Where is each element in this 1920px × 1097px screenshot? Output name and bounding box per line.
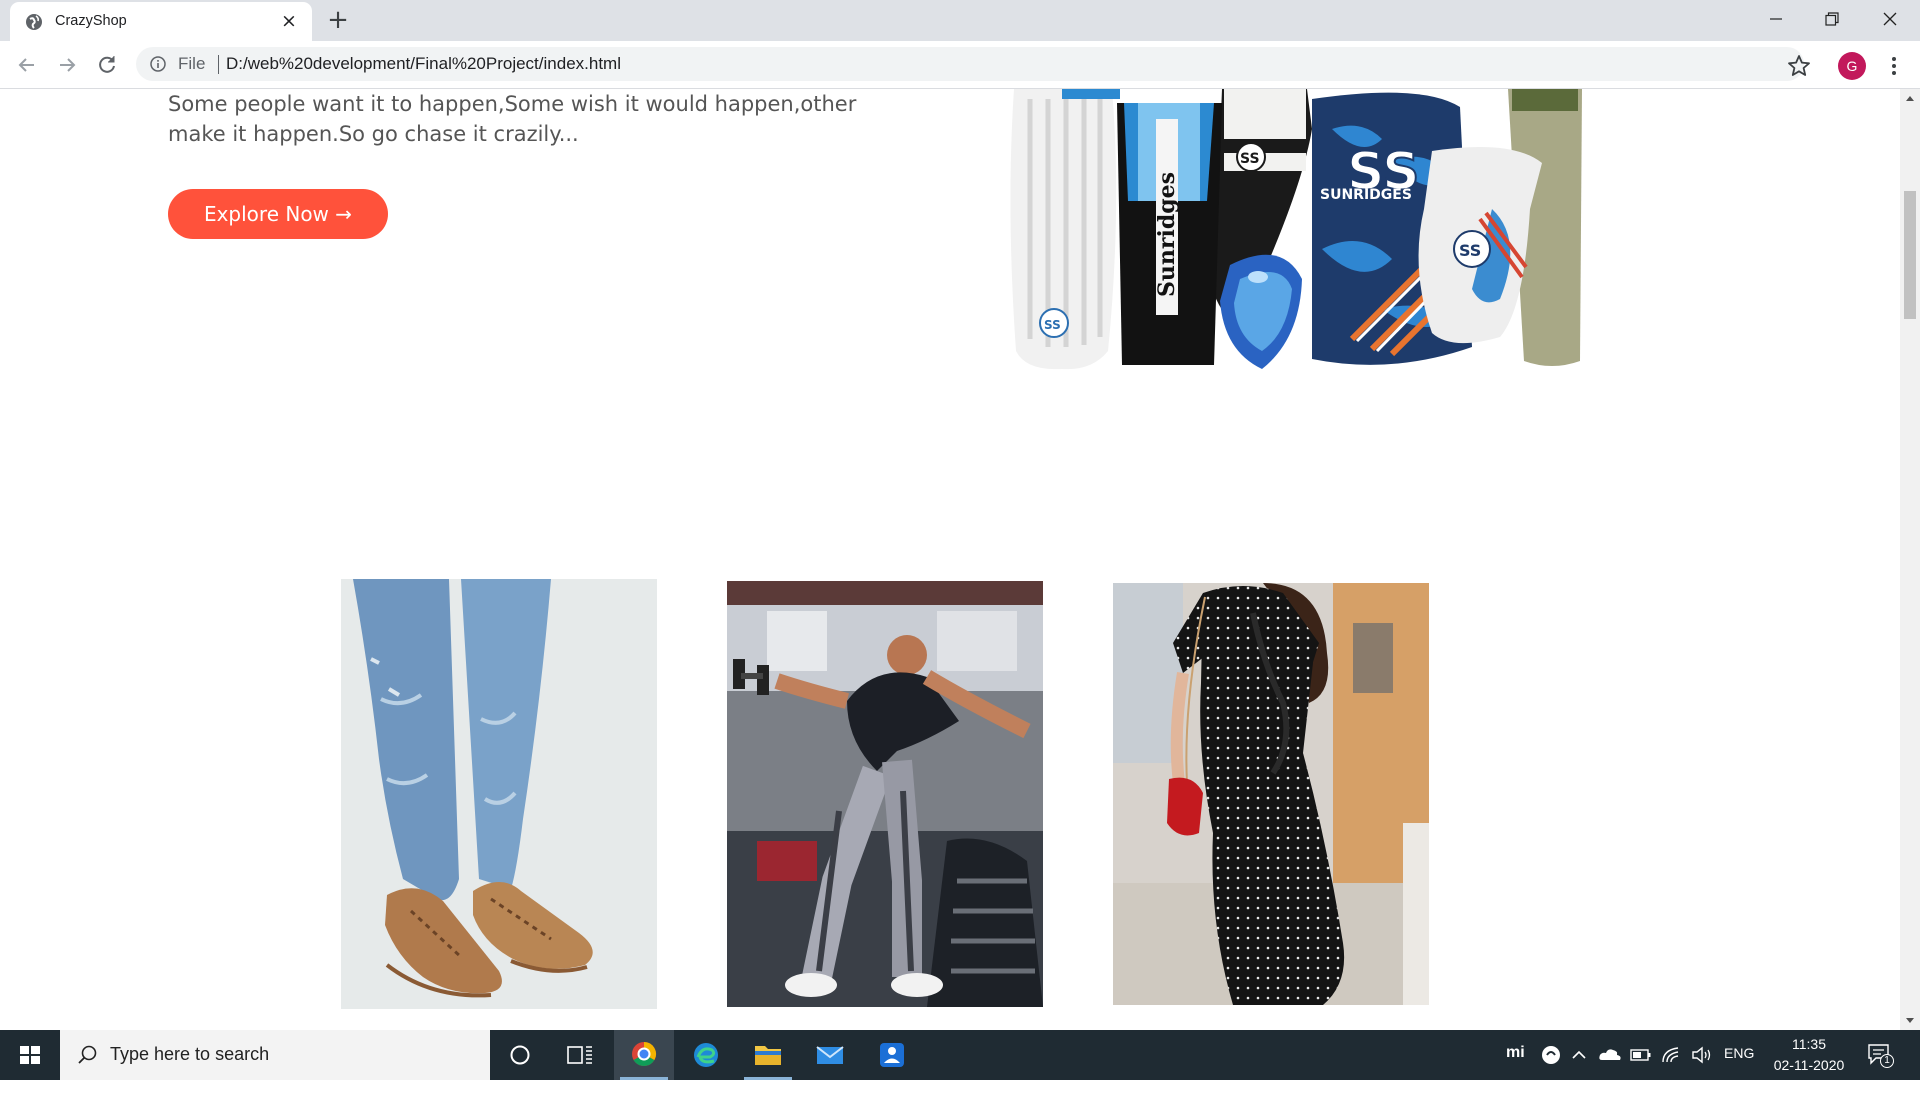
minimize-icon — [1770, 18, 1782, 20]
new-tab-button[interactable]: + — [323, 5, 353, 35]
battery-icon[interactable] — [1630, 1047, 1652, 1097]
search-placeholder: Type here to search — [110, 1044, 270, 1064]
address-url[interactable]: D:/web%20development/Final%20Project/ind… — [226, 54, 621, 74]
cricket-gear-image: SS SUNRIDGES SS Sunridges SS SS — [952, 89, 1632, 385]
tab-title: CrazyShop — [55, 13, 127, 29]
cortana-button[interactable] — [490, 1030, 550, 1080]
taskbar-file-explorer[interactable] — [738, 1030, 798, 1080]
svg-text:SS: SS — [1459, 241, 1481, 260]
globe-icon — [26, 14, 42, 30]
category-card-fashion[interactable] — [1113, 583, 1429, 1005]
address-divider — [218, 55, 219, 74]
address-bar[interactable]: File D:/web%20development/Final%20Projec… — [136, 47, 1804, 81]
tray-mi[interactable]: mi — [1506, 1044, 1525, 1094]
chevron-up-icon[interactable] — [1570, 1046, 1588, 1096]
tab-strip: CrazyShop × + — [0, 0, 1920, 41]
category-card-fitness[interactable] — [727, 581, 1043, 1007]
page-viewport: Some people want it to happen,Some wish … — [0, 89, 1900, 1030]
browser-toolbar: File D:/web%20development/Final%20Projec… — [0, 41, 1920, 89]
browser-tab[interactable]: CrazyShop × — [10, 2, 312, 41]
tab-close-button[interactable]: × — [278, 10, 300, 32]
kebab-menu-icon[interactable] — [1884, 53, 1904, 79]
task-view-icon — [567, 1046, 592, 1064]
windows-start-icon[interactable] — [0, 1030, 60, 1080]
people-app-icon — [880, 1043, 904, 1067]
shoes-jeans-image — [341, 579, 657, 1009]
search-icon — [78, 1045, 97, 1064]
polka-dress-image — [1113, 583, 1429, 1005]
volume-icon[interactable] — [1690, 1044, 1714, 1094]
profile-avatar[interactable]: G — [1838, 52, 1866, 80]
svg-text:Sunridges: Sunridges — [1154, 172, 1180, 297]
chrome-icon — [632, 1041, 656, 1067]
cortana-circle-icon — [510, 1045, 530, 1065]
onedrive-cloud-icon[interactable] — [1598, 1046, 1622, 1096]
minimize-button[interactable] — [1748, 0, 1804, 38]
svg-text:SS: SS — [1044, 318, 1061, 332]
explore-now-button[interactable]: Explore Now → — [168, 189, 388, 239]
taskbar-search-box[interactable]: Type here to search — [60, 1030, 490, 1080]
svg-text:SUNRIDGES: SUNRIDGES — [1320, 187, 1412, 203]
info-icon[interactable] — [150, 56, 166, 72]
reload-icon[interactable] — [93, 51, 121, 79]
folder-icon — [755, 1046, 781, 1065]
taskbar-clock[interactable]: 11:35 02-11-2020 — [1764, 1034, 1854, 1076]
svg-text:SS: SS — [1240, 151, 1260, 167]
taskbar-mail[interactable] — [800, 1030, 860, 1080]
sync-icon[interactable] — [1540, 1044, 1562, 1094]
close-window-button[interactable] — [1862, 0, 1918, 38]
edge-icon — [694, 1043, 718, 1067]
bookmark-star-icon[interactable] — [1786, 53, 1812, 79]
language-indicator[interactable]: ENG — [1724, 1045, 1754, 1095]
restore-icon — [1825, 12, 1839, 26]
taskbar-edge[interactable] — [676, 1030, 736, 1080]
gym-workout-image — [727, 581, 1043, 1007]
mail-icon — [816, 1046, 844, 1064]
close-icon — [1883, 12, 1897, 26]
task-view-button[interactable] — [550, 1030, 610, 1080]
restore-button[interactable] — [1804, 0, 1860, 38]
scroll-down-arrow-icon[interactable] — [1900, 1010, 1920, 1030]
forward-arrow-icon[interactable] — [53, 51, 81, 79]
windows-taskbar: Type here to search mi ENG 11:35 02-11-2… — [0, 1030, 1920, 1080]
wifi-icon[interactable] — [1660, 1044, 1682, 1094]
taskbar-app-blue[interactable] — [862, 1030, 922, 1080]
scrollbar-thumb[interactable] — [1904, 191, 1916, 319]
page-scrollbar[interactable] — [1900, 89, 1920, 1030]
clock-date: 02-11-2020 — [1773, 1057, 1845, 1073]
scroll-up-arrow-icon[interactable] — [1900, 89, 1920, 109]
taskbar-chrome[interactable] — [614, 1030, 674, 1080]
action-center-button[interactable]: 1 — [1866, 1042, 1896, 1070]
notification-count: 1 — [1880, 1054, 1894, 1068]
address-scheme: File — [178, 54, 206, 73]
clock-time: 11:35 — [1792, 1036, 1826, 1052]
category-card-shoes[interactable] — [341, 579, 657, 1009]
hero-tagline: Some people want it to happen,Some wish … — [168, 92, 857, 146]
back-arrow-icon[interactable] — [13, 51, 41, 79]
